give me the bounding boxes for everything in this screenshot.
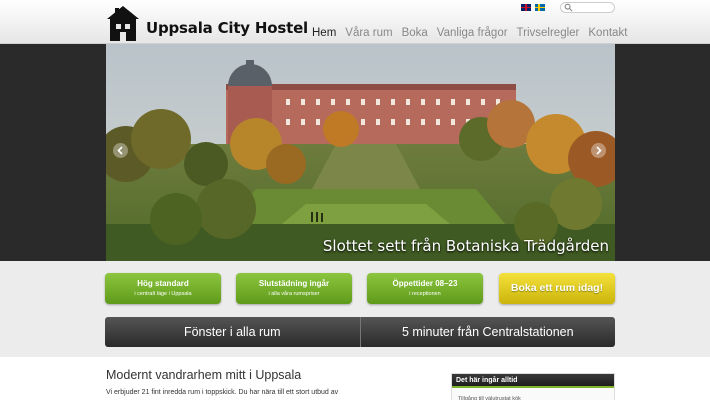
feature-title: Hög standard xyxy=(137,279,189,288)
feature-subtitle: i receptionen xyxy=(409,291,441,297)
info-bar: Fönster i alla rum 5 minuter från Centra… xyxy=(105,317,615,347)
feature-cleaning[interactable]: Slutstädning ingår i alla våra rumsprise… xyxy=(236,273,352,304)
intro-text: Vi erbjuder 21 fint inredda rum i toppsk… xyxy=(106,389,339,396)
se-flag-icon[interactable] xyxy=(535,4,545,11)
feature-subtitle: i alla våra rumspriser xyxy=(268,291,320,297)
site-header: Uppsala City Hostel Hem Våra rum Boka Va… xyxy=(0,0,710,44)
nav-item-boka[interactable]: Boka xyxy=(402,27,428,39)
page-heading: Modernt vandrarhem mitt i Uppsala xyxy=(106,368,302,382)
search-icon[interactable] xyxy=(564,3,573,12)
house-icon xyxy=(106,5,140,41)
language-switcher xyxy=(521,4,545,11)
chevron-right-icon xyxy=(596,146,602,155)
search-box xyxy=(560,2,615,13)
gb-flag-icon[interactable] xyxy=(521,4,531,11)
book-room-button[interactable]: Boka ett rum idag! xyxy=(499,273,615,304)
feature-title: Öppettider 08–23 xyxy=(392,279,458,288)
hero-slideshow xyxy=(106,44,615,261)
nav-item-vanliga-fragor[interactable]: Vanliga frågor xyxy=(437,27,508,39)
info-windows: Fönster i alla rum xyxy=(183,325,281,339)
feature-high-standard[interactable]: Hög standard i centralt läge i Uppsala xyxy=(105,273,221,304)
feature-subtitle: i centralt läge i Uppsala xyxy=(134,291,192,297)
previous-slide-button[interactable] xyxy=(113,143,128,158)
hero-caption: Slottet sett från Botaniska Trädgården xyxy=(322,237,609,255)
chevron-left-icon xyxy=(117,146,123,155)
logo-text: Uppsala City Hostel xyxy=(146,19,308,37)
next-slide-button[interactable] xyxy=(591,143,606,158)
logo[interactable]: Uppsala City Hostel xyxy=(106,4,308,42)
included-heading: Det här ingår alltid xyxy=(452,374,614,388)
list-item: Tillgång till välutrustat kök xyxy=(458,396,521,400)
feature-opening-hours[interactable]: Öppettider 08–23 i receptionen xyxy=(367,273,483,304)
nav-item-kontakt[interactable]: Kontakt xyxy=(588,27,627,39)
nav-item-vara-rum[interactable]: Våra rum xyxy=(345,27,392,39)
nav-item-hem[interactable]: Hem xyxy=(312,27,336,39)
info-station-distance: 5 minuter från Centralstationen xyxy=(401,325,574,339)
included-box: Det här ingår alltid Tillgång till välut… xyxy=(451,373,615,400)
nav-item-trivselregler[interactable]: Trivselregler xyxy=(517,27,580,39)
feature-title: Slutstädning ingår xyxy=(258,279,330,288)
hero-image xyxy=(106,44,615,261)
main-nav: Hem Våra rum Boka Vanliga frågor Trivsel… xyxy=(312,27,627,39)
search-input[interactable] xyxy=(573,3,611,12)
